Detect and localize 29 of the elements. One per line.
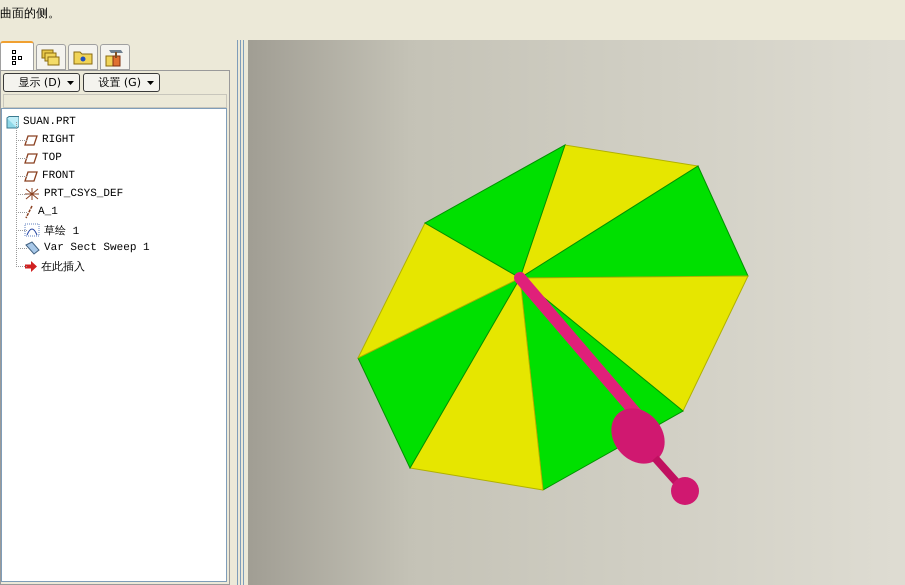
tree-icon [11, 48, 23, 64]
hammer-folder-icon [105, 47, 125, 67]
tree-item[interactable]: 在此插入 [41, 258, 85, 274]
caret-icon [147, 80, 154, 84]
message-text: 曲面的侧。 [0, 4, 60, 22]
tree-item[interactable]: RIGHT [42, 134, 76, 146]
caret-icon [67, 80, 74, 84]
tree-item[interactable]: Var Sect Sweep 1 [44, 242, 150, 254]
tree-item[interactable]: TOP [42, 152, 62, 164]
sketch-icon [24, 223, 40, 237]
tree-item[interactable]: 草绘 1 [44, 222, 80, 238]
part-icon [6, 116, 19, 128]
plane-icon [24, 134, 38, 146]
tree-item[interactable]: FRONT [42, 170, 76, 182]
panel-tab[interactable] [0, 41, 34, 70]
arrow-icon [24, 260, 37, 272]
tree-item[interactable]: PRT_CSYS_DEF [44, 188, 124, 200]
tree-item[interactable]: SUAN.PRT [23, 116, 76, 128]
menu-button[interactable]: 显示 (D) [3, 73, 80, 92]
sweep-icon [24, 241, 40, 255]
plane-icon [24, 152, 38, 164]
folder-icon [73, 49, 93, 65]
panel-tab[interactable] [100, 44, 130, 70]
folders-icon [41, 48, 61, 66]
menu-button[interactable]: 设置 (G) [83, 73, 160, 92]
plane-icon [24, 170, 38, 182]
tree-item[interactable]: A_1 [38, 206, 58, 218]
axes-icon [24, 187, 40, 201]
axis-icon [24, 205, 34, 219]
